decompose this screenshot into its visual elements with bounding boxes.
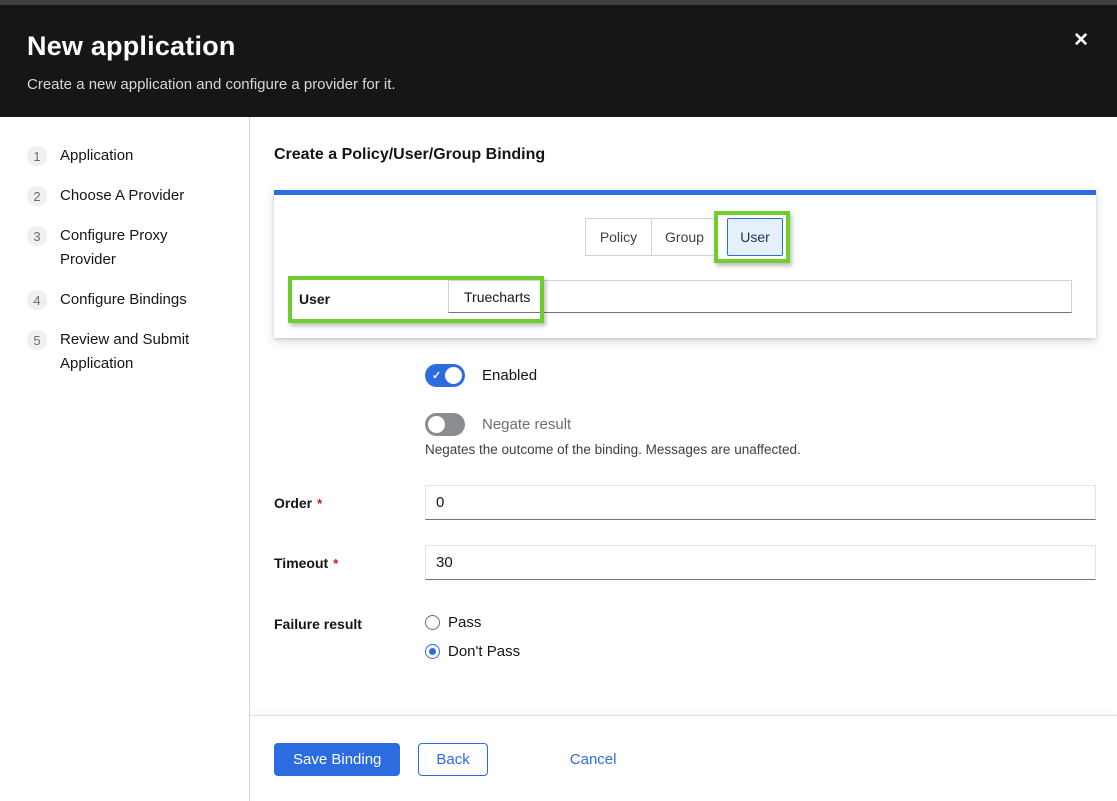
tab-group[interactable]: Group (651, 218, 718, 256)
modal-header: New application Create a new application… (0, 5, 1117, 117)
sidebar-item-configure-bindings[interactable]: 4 Configure Bindings (27, 288, 249, 312)
binding-type-tab-group: Policy Group User (585, 218, 783, 256)
wizard-steps-sidebar: 1 Application 2 Choose A Provider 3 Conf… (0, 117, 250, 801)
user-select[interactable]: Truecharts (448, 280, 1072, 313)
modal-subtitle: Create a new application and configure a… (27, 76, 1089, 93)
enabled-label: Enabled (482, 367, 537, 384)
back-button[interactable]: Back (418, 743, 487, 776)
footer-divider (250, 715, 1117, 716)
timeout-input[interactable] (425, 545, 1096, 580)
step-label: Configure Proxy Provider (60, 224, 210, 272)
step-number-badge: 1 (27, 146, 47, 166)
negate-result-help-text: Negates the outcome of the binding. Mess… (425, 442, 801, 457)
user-select-value: Truecharts (464, 289, 530, 305)
radio-unchecked-icon[interactable] (425, 615, 440, 630)
required-asterisk: * (333, 556, 338, 571)
failure-result-option-pass[interactable]: Pass (425, 614, 481, 631)
radio-label: Don't Pass (448, 643, 520, 660)
failure-result-option-dont-pass[interactable]: Don't Pass (425, 643, 520, 660)
step-number-badge: 4 (27, 290, 47, 310)
enabled-toggle[interactable]: ✓ (425, 364, 465, 387)
close-icon[interactable]: ✕ (1073, 31, 1089, 50)
sidebar-item-review-submit[interactable]: 5 Review and Submit Application (27, 328, 249, 376)
required-asterisk: * (317, 496, 322, 511)
step-label: Review and Submit Application (60, 328, 210, 376)
radio-dot (429, 619, 436, 626)
timeout-label-text: Timeout (274, 555, 328, 571)
step-number-badge: 5 (27, 330, 47, 350)
cancel-button[interactable]: Cancel (570, 743, 617, 776)
radio-dot (429, 648, 436, 655)
page-title: Create a Policy/User/Group Binding (274, 146, 545, 164)
order-label-text: Order (274, 495, 312, 511)
modal-title: New application (27, 31, 1089, 62)
timeout-label: Timeout * (274, 553, 338, 574)
sidebar-item-choose-provider[interactable]: 2 Choose A Provider (27, 184, 249, 208)
step-number-badge: 3 (27, 226, 47, 246)
binding-type-card: Policy Group User User Truecharts (274, 190, 1096, 338)
binding-form: Create a Policy/User/Group Binding Polic… (250, 117, 1117, 801)
tab-user[interactable]: User (727, 218, 783, 256)
toggle-knob (428, 416, 445, 433)
step-label: Application (60, 144, 133, 168)
radio-checked-icon[interactable] (425, 644, 440, 659)
check-icon: ✓ (432, 369, 441, 382)
negate-result-row: Negate result (425, 413, 571, 436)
sidebar-item-application[interactable]: 1 Application (27, 144, 249, 168)
save-binding-button[interactable]: Save Binding (274, 743, 400, 776)
sidebar-item-configure-proxy-provider[interactable]: 3 Configure Proxy Provider (27, 224, 249, 272)
footer-buttons: Save Binding Back Cancel (274, 743, 616, 776)
order-input[interactable] (425, 485, 1096, 520)
user-select-label: User (299, 280, 330, 318)
modal-body: 1 Application 2 Choose A Provider 3 Conf… (0, 117, 1117, 801)
order-label: Order * (274, 493, 322, 514)
failure-result-label: Failure result (274, 614, 362, 634)
tab-policy[interactable]: Policy (585, 218, 652, 256)
toggle-knob (445, 367, 462, 384)
new-application-modal: New application Create a new application… (0, 0, 1117, 801)
enabled-row: ✓ Enabled (425, 364, 537, 387)
negate-result-toggle[interactable] (425, 413, 465, 436)
step-number-badge: 2 (27, 186, 47, 206)
negate-result-label: Negate result (482, 416, 571, 433)
step-label: Choose A Provider (60, 184, 184, 208)
step-label: Configure Bindings (60, 288, 187, 312)
radio-label: Pass (448, 614, 481, 631)
